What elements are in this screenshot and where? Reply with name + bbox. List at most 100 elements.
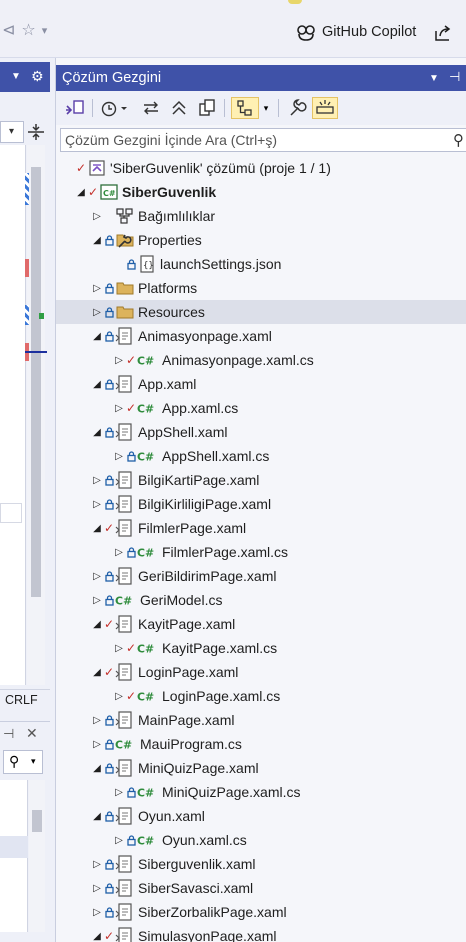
tree-item[interactable]: ▷ Platforms: [56, 276, 466, 300]
tree-item[interactable]: ▷ BilgiKartiPage.xaml: [56, 468, 466, 492]
tree-item[interactable]: ▷ MainPage.xaml: [56, 708, 466, 732]
tree-item[interactable]: ◢ ✓ FilmlerPage.xaml: [56, 516, 466, 540]
collapsed-arrow-icon[interactable]: ▷: [92, 708, 102, 732]
solution-search-input[interactable]: [65, 131, 445, 149]
tree-item[interactable]: ▷ ✓ C# App.xaml.cs: [56, 396, 466, 420]
properties-button[interactable]: [286, 97, 308, 119]
close-icon[interactable]: ✕: [26, 725, 38, 742]
expanded-arrow-icon[interactable]: ◢: [92, 420, 102, 444]
lower-search-box[interactable]: ⚲ ▾: [3, 750, 43, 774]
tree-item[interactable]: ◢ Animasyonpage.xaml: [56, 324, 466, 348]
expanded-arrow-icon[interactable]: ◢: [92, 228, 102, 252]
split-editor-icon[interactable]: [25, 121, 47, 143]
collapsed-arrow-icon[interactable]: ▷: [92, 588, 102, 612]
tree-item[interactable]: ▷ C# AppShell.xaml.cs: [56, 444, 466, 468]
tree-item[interactable]: ◢ ✓ LoginPage.xaml: [56, 660, 466, 684]
share-icon[interactable]: [433, 23, 453, 43]
lower-scrollbar[interactable]: [29, 780, 45, 932]
left-member-dropdown[interactable]: ▾: [0, 121, 24, 143]
preview-selected-button[interactable]: [312, 97, 338, 119]
collapsed-arrow-icon[interactable]: ▷: [92, 468, 102, 492]
tree-item[interactable]: ▷ Resources: [56, 300, 466, 324]
chevron-down-icon[interactable]: ▼: [429, 73, 439, 84]
expanded-arrow-icon[interactable]: ◢: [76, 180, 86, 204]
collapsed-arrow-icon[interactable]: ▷: [114, 780, 124, 804]
chevron-down-icon[interactable]: ▼: [11, 71, 21, 82]
code-editor[interactable]: [0, 145, 26, 685]
tree-item[interactable]: ▷ GeriBildirimPage.xaml: [56, 564, 466, 588]
collapsed-arrow-icon[interactable]: ▷: [92, 204, 102, 228]
tree-item[interactable]: ◢ ✓ C# SiberGuvenlik: [56, 180, 466, 204]
tree-item[interactable]: ▷ Bağımlılıklar: [56, 204, 466, 228]
pin-icon[interactable]: ⊣: [449, 69, 460, 85]
bookmark-icon[interactable]: ⊲: [2, 20, 15, 40]
tree-item[interactable]: ▷ ✓ C# KayitPage.xaml.cs: [56, 636, 466, 660]
collapsed-arrow-icon[interactable]: ▷: [92, 732, 102, 756]
solution-search-box[interactable]: ⚲: [60, 128, 466, 152]
pin-icon[interactable]: ⊣: [3, 726, 14, 742]
collapsed-arrow-icon[interactable]: ▷: [114, 636, 124, 660]
tree-item[interactable]: ◢ MiniQuizPage.xaml: [56, 756, 466, 780]
scrollbar-thumb[interactable]: [31, 167, 41, 597]
expanded-arrow-icon[interactable]: ◢: [92, 324, 102, 348]
sync-button[interactable]: [140, 97, 162, 119]
collapsed-arrow-icon[interactable]: ▷: [92, 492, 102, 516]
tree-item[interactable]: ◢ Properties: [56, 228, 466, 252]
tree-item[interactable]: ▷ C# FilmlerPage.xaml.cs: [56, 540, 466, 564]
tree-item[interactable]: ▷ SiberZorbalikPage.xaml: [56, 900, 466, 924]
tree-item[interactable]: ▷ ✓ C# LoginPage.xaml.cs: [56, 684, 466, 708]
tree-item[interactable]: {} launchSettings.json: [56, 252, 466, 276]
tree-item[interactable]: ▷ BilgiKirliligiPage.xaml: [56, 492, 466, 516]
tree-item[interactable]: ◢ ✓ KayitPage.xaml: [56, 612, 466, 636]
tree-item[interactable]: ▷ C# Oyun.xaml.cs: [56, 828, 466, 852]
collapsed-arrow-icon[interactable]: ▷: [114, 348, 124, 372]
chevron-down-icon[interactable]: ▾: [31, 756, 36, 767]
switch-views-button[interactable]: [64, 97, 86, 119]
collapsed-arrow-icon[interactable]: ▷: [92, 852, 102, 876]
collapsed-arrow-icon[interactable]: ▷: [92, 276, 102, 300]
show-all-files-button[interactable]: [231, 97, 259, 119]
tree-item[interactable]: ▷ C# GeriModel.cs: [56, 588, 466, 612]
editor-scrollbar[interactable]: [25, 145, 47, 685]
history-button[interactable]: [98, 97, 132, 119]
clear-bookmark-icon[interactable]: ☆: [21, 20, 35, 40]
collapsed-arrow-icon[interactable]: ▷: [92, 876, 102, 900]
collapsed-arrow-icon[interactable]: ▷: [114, 396, 124, 420]
status-line-ending[interactable]: CRLF: [0, 689, 50, 711]
tree-item[interactable]: ▷ C# MiniQuizPage.xaml.cs: [56, 780, 466, 804]
collapsed-arrow-icon[interactable]: ▷: [114, 540, 124, 564]
collapsed-arrow-icon[interactable]: ▷: [114, 684, 124, 708]
chevron-down-icon[interactable]: ▾: [261, 97, 271, 119]
overflow-chevron-icon[interactable]: ▾: [42, 20, 48, 40]
tree-item[interactable]: ◢ App.xaml: [56, 372, 466, 396]
tree-item[interactable]: ◢ Oyun.xaml: [56, 804, 466, 828]
tree-item[interactable]: ▷ C# MauiProgram.cs: [56, 732, 466, 756]
expanded-arrow-icon[interactable]: ◢: [92, 516, 102, 540]
tree-item[interactable]: ◢ ✓ SimulasyonPage.xaml: [56, 924, 466, 942]
expanded-arrow-icon[interactable]: ◢: [92, 804, 102, 828]
expanded-arrow-icon[interactable]: ◢: [92, 924, 102, 942]
panel-title: Çözüm Gezgini: [62, 70, 162, 86]
expanded-arrow-icon[interactable]: ◢: [92, 660, 102, 684]
expanded-arrow-icon[interactable]: ◢: [92, 612, 102, 636]
expanded-arrow-icon[interactable]: ◢: [92, 756, 102, 780]
collapsed-arrow-icon[interactable]: ▷: [114, 444, 124, 468]
list-item[interactable]: [0, 836, 28, 858]
search-icon[interactable]: ⚲: [453, 131, 464, 149]
tree-item[interactable]: ✓ 'SiberGuvenlik' çözümü (proje 1 / 1): [56, 156, 466, 180]
scrollbar-thumb[interactable]: [32, 810, 42, 832]
collapse-all-button[interactable]: [168, 97, 190, 119]
collapsed-arrow-icon[interactable]: ▷: [92, 564, 102, 588]
tree-item[interactable]: ▷ ✓ C# Animasyonpage.xaml.cs: [56, 348, 466, 372]
copy-button[interactable]: [196, 97, 218, 119]
github-copilot-button[interactable]: GitHub Copilot: [296, 22, 416, 42]
gear-icon[interactable]: ⚙: [31, 68, 44, 85]
collapsed-arrow-icon[interactable]: ▷: [92, 900, 102, 924]
collapsed-arrow-icon[interactable]: ▷: [92, 300, 102, 324]
expanded-arrow-icon[interactable]: ◢: [92, 372, 102, 396]
tree-item[interactable]: ◢ AppShell.xaml: [56, 420, 466, 444]
lower-list[interactable]: [0, 780, 28, 932]
tree-item[interactable]: ▷ SiberSavasci.xaml: [56, 876, 466, 900]
tree-item[interactable]: ▷ Siberguvenlik.xaml: [56, 852, 466, 876]
collapsed-arrow-icon[interactable]: ▷: [114, 828, 124, 852]
